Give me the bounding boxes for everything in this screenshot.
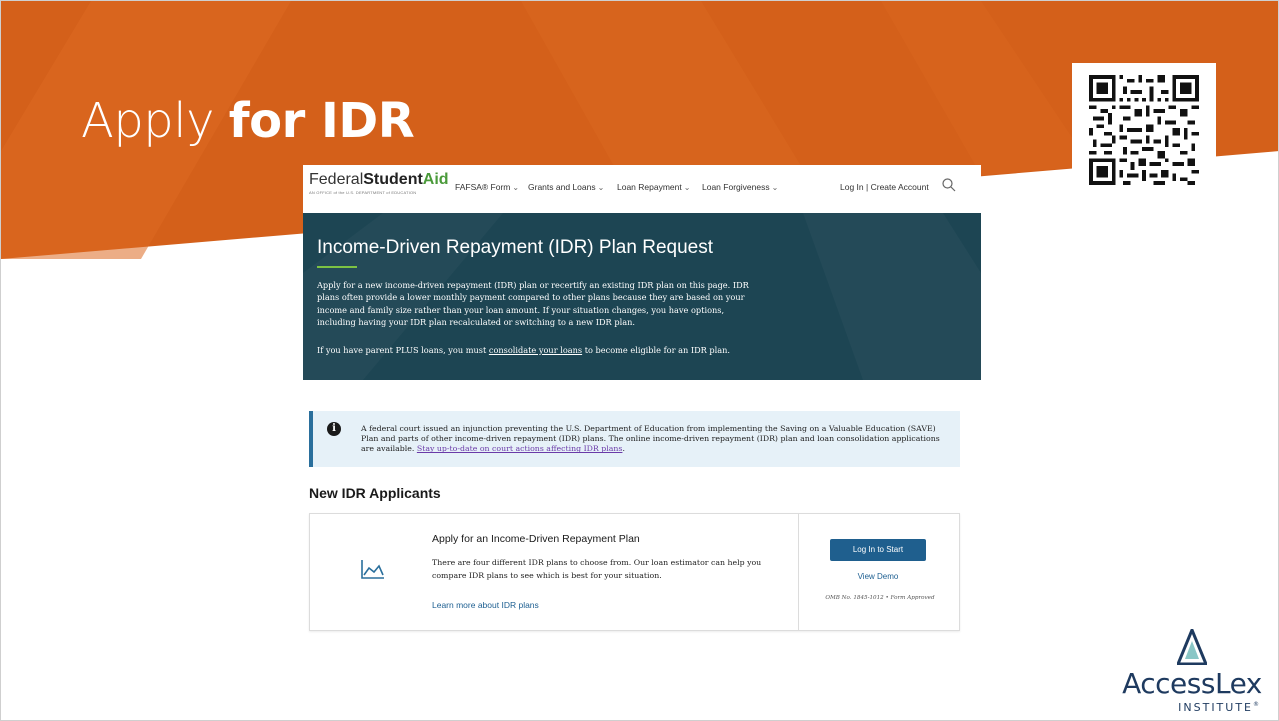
account-links: Log In | Create Account (840, 182, 929, 192)
login-to-start-button[interactable]: Log In to Start (830, 539, 926, 561)
nav-loan-repayment[interactable]: Loan Repayment ⌄ (617, 182, 690, 192)
court-injunction-alert: i A federal court issued an injunction p… (309, 411, 960, 467)
view-demo-link[interactable]: View Demo (830, 572, 926, 581)
site-header: FederalStudentAid AN OFFICE of the U.S. … (303, 165, 981, 213)
card-title: Apply for an Income-Driven Repayment Pla… (432, 533, 640, 545)
consolidate-loans-link[interactable]: consolidate your loans (489, 345, 582, 355)
nav-fafsa-form[interactable]: FAFSA® Form ⌄ (455, 182, 519, 192)
chevron-down-icon: ⌄ (683, 183, 691, 192)
alert-message: A federal court issued an injunction pre… (361, 424, 940, 454)
chevron-down-icon: ⌄ (597, 183, 605, 192)
logo-wordmark: AccessLex (1122, 667, 1262, 700)
section-heading: New IDR Applicants (309, 485, 441, 501)
federal-student-aid-logo[interactable]: FederalStudentAid (309, 171, 449, 189)
hero-description: Apply for a new income-driven repayment … (317, 280, 749, 328)
chevron-down-icon: ⌄ (512, 183, 520, 192)
logo-tagline: AN OFFICE of the U.S. DEPARTMENT of EDUC… (309, 190, 417, 195)
accesslex-logo: AccessLex INSTITUTE® (1109, 629, 1275, 719)
card-divider (798, 514, 799, 630)
create-account-link[interactable]: Create Account (871, 182, 929, 192)
search-icon[interactable] (941, 177, 957, 193)
nav-loan-forgiveness[interactable]: Loan Forgiveness ⌄ (702, 182, 778, 192)
title-underline (317, 266, 357, 268)
nav-separator: | (866, 182, 869, 192)
qr-code (1072, 63, 1216, 197)
presentation-slide: Apply for IDR FederalStudentAid AN OFFIC… (0, 0, 1279, 721)
page-title: Income-Driven Repayment (IDR) Plan Reque… (317, 237, 713, 258)
parent-plus-note: If you have parent PLUS loans, you must … (317, 345, 731, 355)
webpage-screenshot: FederalStudentAid AN OFFICE of the U.S. … (303, 165, 981, 645)
accesslex-delta-icon (1177, 629, 1207, 665)
chevron-down-icon: ⌄ (771, 183, 779, 192)
card-description: There are four different IDR plans to ch… (432, 558, 762, 580)
info-icon: i (327, 422, 341, 436)
idr-application-card: Apply for an Income-Driven Repayment Pla… (309, 513, 960, 631)
hero-banner: Income-Driven Repayment (IDR) Plan Reque… (303, 213, 981, 380)
chart-icon (361, 560, 384, 579)
qr-code-icon (1089, 75, 1199, 185)
slide-title: Apply for IDR (81, 93, 415, 149)
logo-subtitle: INSTITUTE® (1178, 701, 1261, 714)
learn-more-link[interactable]: Learn more about IDR plans (432, 600, 539, 610)
omb-notice: OMB No. 1845-1012 • Form Approved (825, 595, 935, 601)
login-link[interactable]: Log In (840, 182, 864, 192)
nav-grants-and-loans[interactable]: Grants and Loans ⌄ (528, 182, 604, 192)
court-actions-link[interactable]: Stay up-to-date on court actions affecti… (417, 444, 623, 453)
